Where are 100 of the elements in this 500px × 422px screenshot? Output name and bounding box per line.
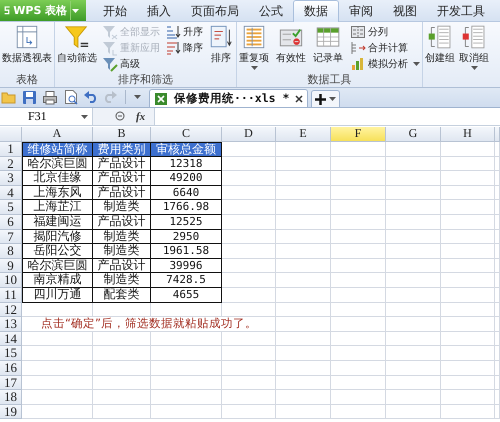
empty-cell[interactable] xyxy=(495,404,500,420)
empty-cell[interactable] xyxy=(222,214,276,230)
ribbon-tab[interactable]: 开始 xyxy=(93,0,137,22)
empty-cell[interactable] xyxy=(276,376,331,390)
empty-cell[interactable] xyxy=(386,200,441,215)
empty-cell[interactable] xyxy=(222,390,276,405)
ribbon-button[interactable]: 自动筛选 xyxy=(56,24,98,65)
toolbar-button[interactable] xyxy=(63,89,79,105)
empty-cell[interactable] xyxy=(441,288,495,303)
empty-cell[interactable] xyxy=(495,302,500,318)
column-header[interactable]: A xyxy=(22,127,93,142)
empty-cell[interactable] xyxy=(441,332,495,346)
empty-cell[interactable] xyxy=(93,404,151,420)
column-header[interactable]: H xyxy=(441,127,495,142)
empty-cell[interactable] xyxy=(276,156,331,172)
empty-cell[interactable] xyxy=(441,404,495,420)
row-header[interactable]: 4 xyxy=(0,186,22,200)
empty-cell[interactable] xyxy=(386,186,441,200)
ribbon-button[interactable]: 创建组 xyxy=(424,24,456,65)
empty-cell[interactable] xyxy=(222,332,276,346)
empty-cell[interactable] xyxy=(276,317,331,332)
empty-cell[interactable] xyxy=(93,332,151,346)
ribbon-button[interactable]: 记录单 xyxy=(312,24,344,65)
empty-cell[interactable] xyxy=(151,376,222,390)
empty-cell[interactable] xyxy=(93,302,151,318)
empty-cell[interactable] xyxy=(331,273,386,288)
row-header[interactable]: 9 xyxy=(0,258,22,274)
empty-cell[interactable] xyxy=(441,258,495,274)
empty-cell[interactable] xyxy=(276,360,331,376)
empty-cell[interactable] xyxy=(495,186,500,200)
empty-cell[interactable] xyxy=(222,376,276,390)
empty-cell[interactable] xyxy=(495,244,500,259)
empty-cell[interactable] xyxy=(331,230,386,244)
empty-cell[interactable] xyxy=(331,404,386,420)
select-all-corner[interactable] xyxy=(0,127,22,142)
empty-cell[interactable] xyxy=(331,244,386,259)
empty-cell[interactable] xyxy=(331,317,386,332)
empty-cell[interactable] xyxy=(222,404,276,420)
empty-cell[interactable] xyxy=(222,258,276,274)
empty-cell[interactable] xyxy=(495,156,500,172)
ribbon-tab[interactable]: 插入 xyxy=(137,0,181,22)
column-header[interactable] xyxy=(495,127,500,142)
empty-cell[interactable] xyxy=(331,258,386,274)
empty-cell[interactable] xyxy=(495,390,500,405)
empty-cell[interactable] xyxy=(441,302,495,318)
row-header[interactable]: 3 xyxy=(0,171,22,186)
empty-cell[interactable] xyxy=(386,346,441,361)
document-tab[interactable]: 保修费用统···xls * xyxy=(149,89,308,107)
toolbar-button[interactable] xyxy=(22,90,37,104)
empty-cell[interactable] xyxy=(276,332,331,346)
empty-cell[interactable] xyxy=(151,346,222,361)
empty-cell[interactable] xyxy=(151,332,222,346)
empty-cell[interactable] xyxy=(276,288,331,303)
empty-cell[interactable] xyxy=(93,346,151,361)
empty-cell[interactable] xyxy=(222,302,276,318)
empty-cell[interactable] xyxy=(222,360,276,376)
empty-cell[interactable] xyxy=(495,273,500,288)
function-button[interactable]: fx xyxy=(136,110,146,122)
empty-cell[interactable] xyxy=(222,244,276,259)
empty-cell[interactable] xyxy=(222,288,276,303)
ribbon-button[interactable]: 排序 xyxy=(207,24,235,65)
row-header[interactable]: 18 xyxy=(0,390,22,405)
empty-cell[interactable] xyxy=(151,360,222,376)
ribbon-tab[interactable]: 审阅 xyxy=(339,0,383,22)
ribbon-button[interactable]: 数据透视表 xyxy=(1,24,53,65)
ribbon-tab[interactable]: 开发工具 xyxy=(427,0,495,22)
empty-cell[interactable] xyxy=(441,214,495,230)
empty-cell[interactable] xyxy=(93,376,151,390)
empty-cell[interactable] xyxy=(441,346,495,361)
row-header[interactable]: 6 xyxy=(0,214,22,230)
empty-cell[interactable] xyxy=(222,171,276,186)
empty-cell[interactable] xyxy=(222,230,276,244)
empty-cell[interactable] xyxy=(276,404,331,420)
empty-cell[interactable] xyxy=(495,317,500,332)
toolbar-button[interactable] xyxy=(84,91,98,103)
empty-cell[interactable] xyxy=(331,332,386,346)
column-header[interactable]: E xyxy=(276,127,331,142)
ribbon-button[interactable]: 模拟分析 xyxy=(349,56,421,72)
empty-cell[interactable] xyxy=(495,376,500,390)
row-header[interactable]: 10 xyxy=(0,273,22,288)
column-header[interactable]: C xyxy=(151,127,222,142)
ribbon-tab[interactable]: 视图 xyxy=(383,0,427,22)
row-header[interactable]: 19 xyxy=(0,404,22,420)
empty-cell[interactable] xyxy=(495,230,500,244)
empty-cell[interactable] xyxy=(386,390,441,405)
empty-cell[interactable] xyxy=(441,186,495,200)
empty-cell[interactable] xyxy=(441,273,495,288)
close-button[interactable] xyxy=(295,94,304,102)
row-header[interactable]: 7 xyxy=(0,230,22,244)
empty-cell[interactable] xyxy=(441,171,495,186)
empty-cell[interactable] xyxy=(495,171,500,186)
ribbon-button[interactable]: 高级 xyxy=(101,56,161,72)
ribbon-tab[interactable]: 数据 xyxy=(293,0,339,22)
ribbon-button[interactable]: 合并计算 xyxy=(349,40,421,56)
empty-cell[interactable] xyxy=(222,186,276,200)
ribbon-button[interactable]: 升序 xyxy=(164,24,204,40)
empty-cell[interactable] xyxy=(93,360,151,376)
empty-cell[interactable] xyxy=(386,360,441,376)
toolbar-button[interactable] xyxy=(42,90,58,104)
empty-cell[interactable] xyxy=(276,230,331,244)
